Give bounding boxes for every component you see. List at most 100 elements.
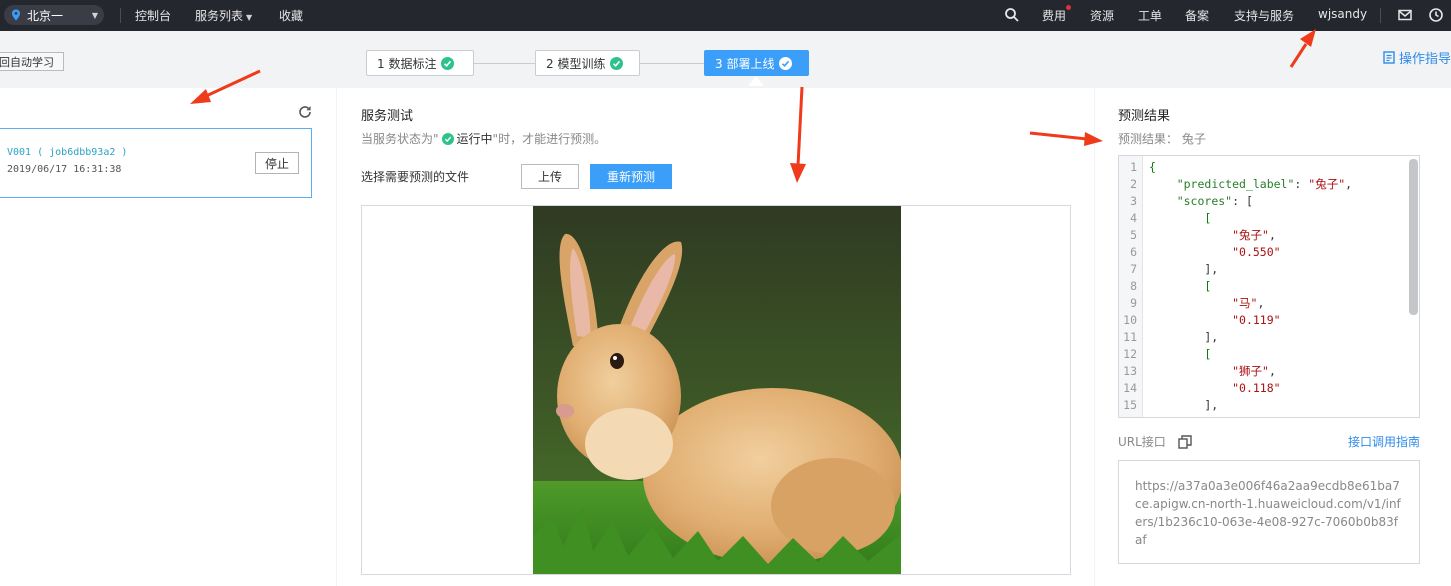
clock-icon[interactable]	[1428, 7, 1444, 23]
file-select-label: 选择需要预测的文件	[361, 170, 470, 184]
code-line: 1{	[1119, 159, 1409, 176]
code-line: 2 "predicted_label": "兔子",	[1119, 176, 1409, 193]
step-label: 2 模型训练	[546, 56, 606, 71]
running-status: 运行中	[456, 132, 493, 146]
rabbit-image	[533, 206, 901, 574]
copy-icon[interactable]	[1178, 434, 1192, 449]
step-label: 1 数据标注	[377, 56, 437, 71]
nav-console[interactable]: 控制台	[135, 7, 171, 24]
check-circle-icon	[779, 56, 793, 70]
code-line: 12 [	[1119, 346, 1409, 363]
code-text: "0.119"	[1232, 313, 1281, 327]
line-number: 6	[1130, 245, 1137, 259]
region-label: 北京一	[27, 8, 64, 23]
api-call-guide-link[interactable]: 接口调用指南	[1348, 433, 1420, 450]
nav-favorites[interactable]: 收藏	[279, 7, 303, 24]
url-label-text: URL接口	[1118, 435, 1166, 449]
step-connector	[474, 63, 535, 64]
step-label: 3 部署上线	[715, 56, 775, 71]
service-test-title: 服务测试	[361, 109, 414, 124]
notification-dot	[1066, 5, 1071, 10]
nav-billing[interactable]: 费用	[1042, 7, 1066, 24]
service-test-panel: 服务测试 当服务状态为" 运行中 "时，才能进行预测。 选择需要预测的文件 上传…	[337, 88, 1094, 586]
location-pin-icon	[12, 9, 20, 21]
code-text: "predicted_label": "兔子",	[1176, 177, 1353, 191]
version-name: V001 ( job6dbb93a2 )	[7, 147, 128, 158]
status-hint-prefix: 当服务状态为"	[361, 132, 439, 146]
code-text: [	[1204, 279, 1212, 293]
active-step-pointer	[748, 76, 764, 86]
chevron-down-icon: ▼	[91, 10, 98, 20]
stop-button[interactable]: 停止	[255, 152, 299, 174]
operation-guide-link[interactable]: 操作指导	[1383, 48, 1451, 67]
nav-support[interactable]: 支持与服务	[1234, 7, 1294, 24]
code-text: "马",	[1232, 296, 1265, 310]
line-number: 13	[1123, 364, 1137, 378]
code-text: "兔子",	[1232, 228, 1276, 242]
line-number: 15	[1123, 398, 1137, 412]
nav-tickets[interactable]: 工单	[1138, 7, 1162, 24]
step-model-training[interactable]: 2 模型训练	[535, 50, 640, 76]
code-text: {	[1149, 160, 1156, 174]
check-circle-icon	[441, 56, 455, 70]
step-connector	[640, 63, 704, 64]
code-line: 15 ],	[1119, 397, 1409, 414]
annotation-arrow	[1289, 29, 1316, 68]
line-number: 1	[1130, 160, 1137, 174]
code-text: "scores": [	[1176, 194, 1253, 208]
line-number: 10	[1123, 313, 1137, 327]
repredict-button[interactable]: 重新预测	[590, 164, 672, 189]
service-status-hint: 当服务状态为" 运行中 "时，才能进行预测。	[361, 130, 606, 147]
code-line: 6 "0.550"	[1119, 244, 1409, 261]
region-selector[interactable]: 北京一 ▼	[4, 5, 104, 25]
code-text: [	[1204, 347, 1212, 361]
nav-service-list[interactable]: 服务列表 ▼	[195, 7, 252, 24]
code-text: [	[1204, 211, 1212, 225]
code-text: "0.118"	[1232, 381, 1281, 395]
code-text: ],	[1149, 330, 1219, 344]
username[interactable]: wjsandy	[1318, 7, 1367, 21]
chevron-down-icon: ▼	[246, 13, 253, 22]
code-text: ],	[1149, 398, 1219, 412]
line-number: 2	[1130, 177, 1137, 191]
code-text: "0.550"	[1232, 245, 1281, 259]
code-line: 11 ],	[1119, 329, 1409, 346]
nav-filing[interactable]: 备案	[1185, 7, 1209, 24]
url-interface-label: URL接口	[1118, 433, 1192, 450]
refresh-icon[interactable]	[297, 104, 313, 120]
code-line: 13 "狮子",	[1119, 363, 1409, 380]
prediction-result-panel: 预测结果 预测结果： 兔子 1{2 "predicted_label": "兔子…	[1095, 88, 1451, 586]
upload-button[interactable]: 上传	[521, 164, 579, 189]
code-line: 4 [	[1119, 210, 1409, 227]
line-number: 3	[1130, 194, 1137, 208]
line-number: 5	[1130, 228, 1137, 242]
service-version-panel: V001 ( job6dbb93a2 ) 2019/06/17 16:31:38…	[0, 88, 336, 586]
code-line: 3 "scores": [	[1119, 193, 1409, 210]
search-icon[interactable]	[1004, 7, 1020, 23]
check-circle-icon	[610, 56, 624, 70]
nav-resources[interactable]: 资源	[1090, 7, 1114, 24]
result-json-viewer[interactable]: 1{2 "predicted_label": "兔子", 3 "scores": …	[1118, 155, 1420, 418]
code-line: 14 "0.118"	[1119, 380, 1409, 397]
check-circle-icon	[441, 132, 454, 145]
mail-icon[interactable]	[1397, 7, 1413, 23]
back-to-auto-learning-button[interactable]: 回自动学习	[0, 52, 64, 71]
operation-guide-label: 操作指导	[1399, 52, 1451, 67]
divider	[1380, 8, 1381, 23]
line-number: 12	[1123, 347, 1137, 361]
top-navigation-bar: 北京一 ▼ 控制台 服务列表 ▼ 收藏 费用 资源 工单 备案 支持与服务 wjs…	[0, 0, 1451, 31]
scrollbar-thumb[interactable]	[1409, 159, 1418, 315]
service-version-card[interactable]: V001 ( job6dbb93a2 ) 2019/06/17 16:31:38…	[0, 128, 312, 198]
line-number: 8	[1130, 279, 1137, 293]
url-field[interactable]: https://a37a0a3e006f46a2aa9ecdb8e61ba7ce…	[1118, 460, 1420, 564]
line-number: 9	[1130, 296, 1137, 310]
step-data-labeling[interactable]: 1 数据标注	[366, 50, 474, 76]
step-deploy-online[interactable]: 3 部署上线	[704, 50, 809, 76]
code-line: 9 "马",	[1119, 295, 1409, 312]
line-number: 11	[1123, 330, 1137, 344]
line-number: 7	[1130, 262, 1137, 276]
version-timestamp: 2019/06/17 16:31:38	[7, 164, 122, 175]
status-hint-suffix: "时，才能进行预测。	[492, 132, 607, 146]
code-line: 10 "0.119"	[1119, 312, 1409, 329]
prediction-result-summary: 预测结果： 兔子	[1118, 132, 1206, 146]
